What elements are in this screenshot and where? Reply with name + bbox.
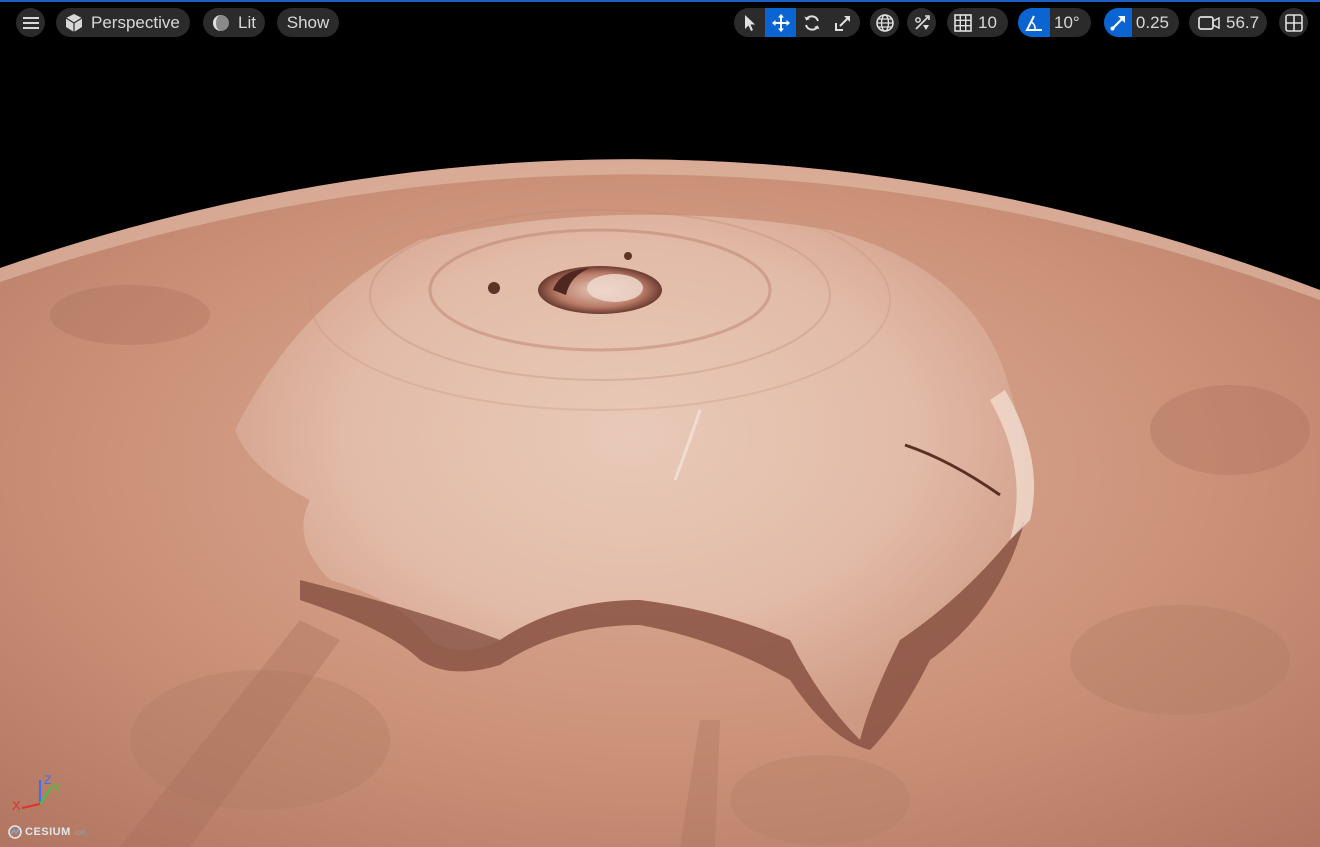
cesium-brand: CESIUM — [25, 826, 71, 838]
rotation-snap-value: 10° — [1054, 12, 1080, 32]
lit-view-mode-button[interactable]: Lit — [203, 8, 265, 37]
perspective-button[interactable]: Perspective — [56, 8, 190, 37]
surface-snap-icon[interactable] — [907, 8, 936, 37]
grid-icon — [954, 13, 972, 32]
angle-icon — [1018, 8, 1050, 37]
axis-x-label: X — [12, 798, 21, 813]
camera-speed-value: 56.7 — [1226, 12, 1260, 32]
sphere-shading-icon — [212, 14, 230, 32]
scale-snap-icon — [1104, 8, 1132, 37]
globe-icon[interactable] — [870, 8, 899, 37]
viewport-layout-icon[interactable] — [1279, 8, 1308, 37]
cesium-logo-icon — [8, 825, 22, 839]
cursor-arrow-icon[interactable] — [734, 8, 765, 37]
perspective-label: Perspective — [91, 12, 180, 32]
level-viewport[interactable]: Perspective Lit Show 10 10° 0.25 56.7 Z … — [0, 0, 1320, 847]
axis-y-label: Y — [52, 781, 60, 795]
rotation-snap-button[interactable]: 10° — [1018, 8, 1091, 37]
grid-snap-button[interactable]: 10 — [947, 8, 1008, 37]
axis-gizmo: Z Y X — [12, 773, 60, 813]
cesium-ion-attribution[interactable]: CESIUM ion — [8, 824, 85, 840]
video-camera-icon — [1198, 15, 1220, 31]
scale-snap-button[interactable]: 0.25 — [1104, 8, 1179, 37]
cesium-suffix: ion — [74, 827, 86, 837]
viewport-toolbar: Perspective Lit Show 10 10° 0.25 56.7 — [0, 0, 1320, 44]
axis-z-label: Z — [44, 773, 51, 787]
hamburger-menu-icon[interactable] — [16, 8, 45, 37]
transform-tools-group — [734, 8, 860, 37]
mars-terrain-scene[interactable] — [0, 0, 1320, 847]
move-arrows-icon[interactable] — [765, 8, 796, 37]
grid-snap-value: 10 — [978, 12, 997, 32]
camera-speed-button[interactable]: 56.7 — [1189, 8, 1267, 37]
lit-label: Lit — [238, 12, 256, 32]
show-label: Show — [286, 12, 330, 32]
scale-icon[interactable] — [827, 8, 858, 37]
show-flags-button[interactable]: Show — [277, 8, 339, 37]
cube-icon — [64, 13, 84, 33]
rotate-icon[interactable] — [796, 8, 827, 37]
scale-snap-value: 0.25 — [1135, 12, 1169, 32]
